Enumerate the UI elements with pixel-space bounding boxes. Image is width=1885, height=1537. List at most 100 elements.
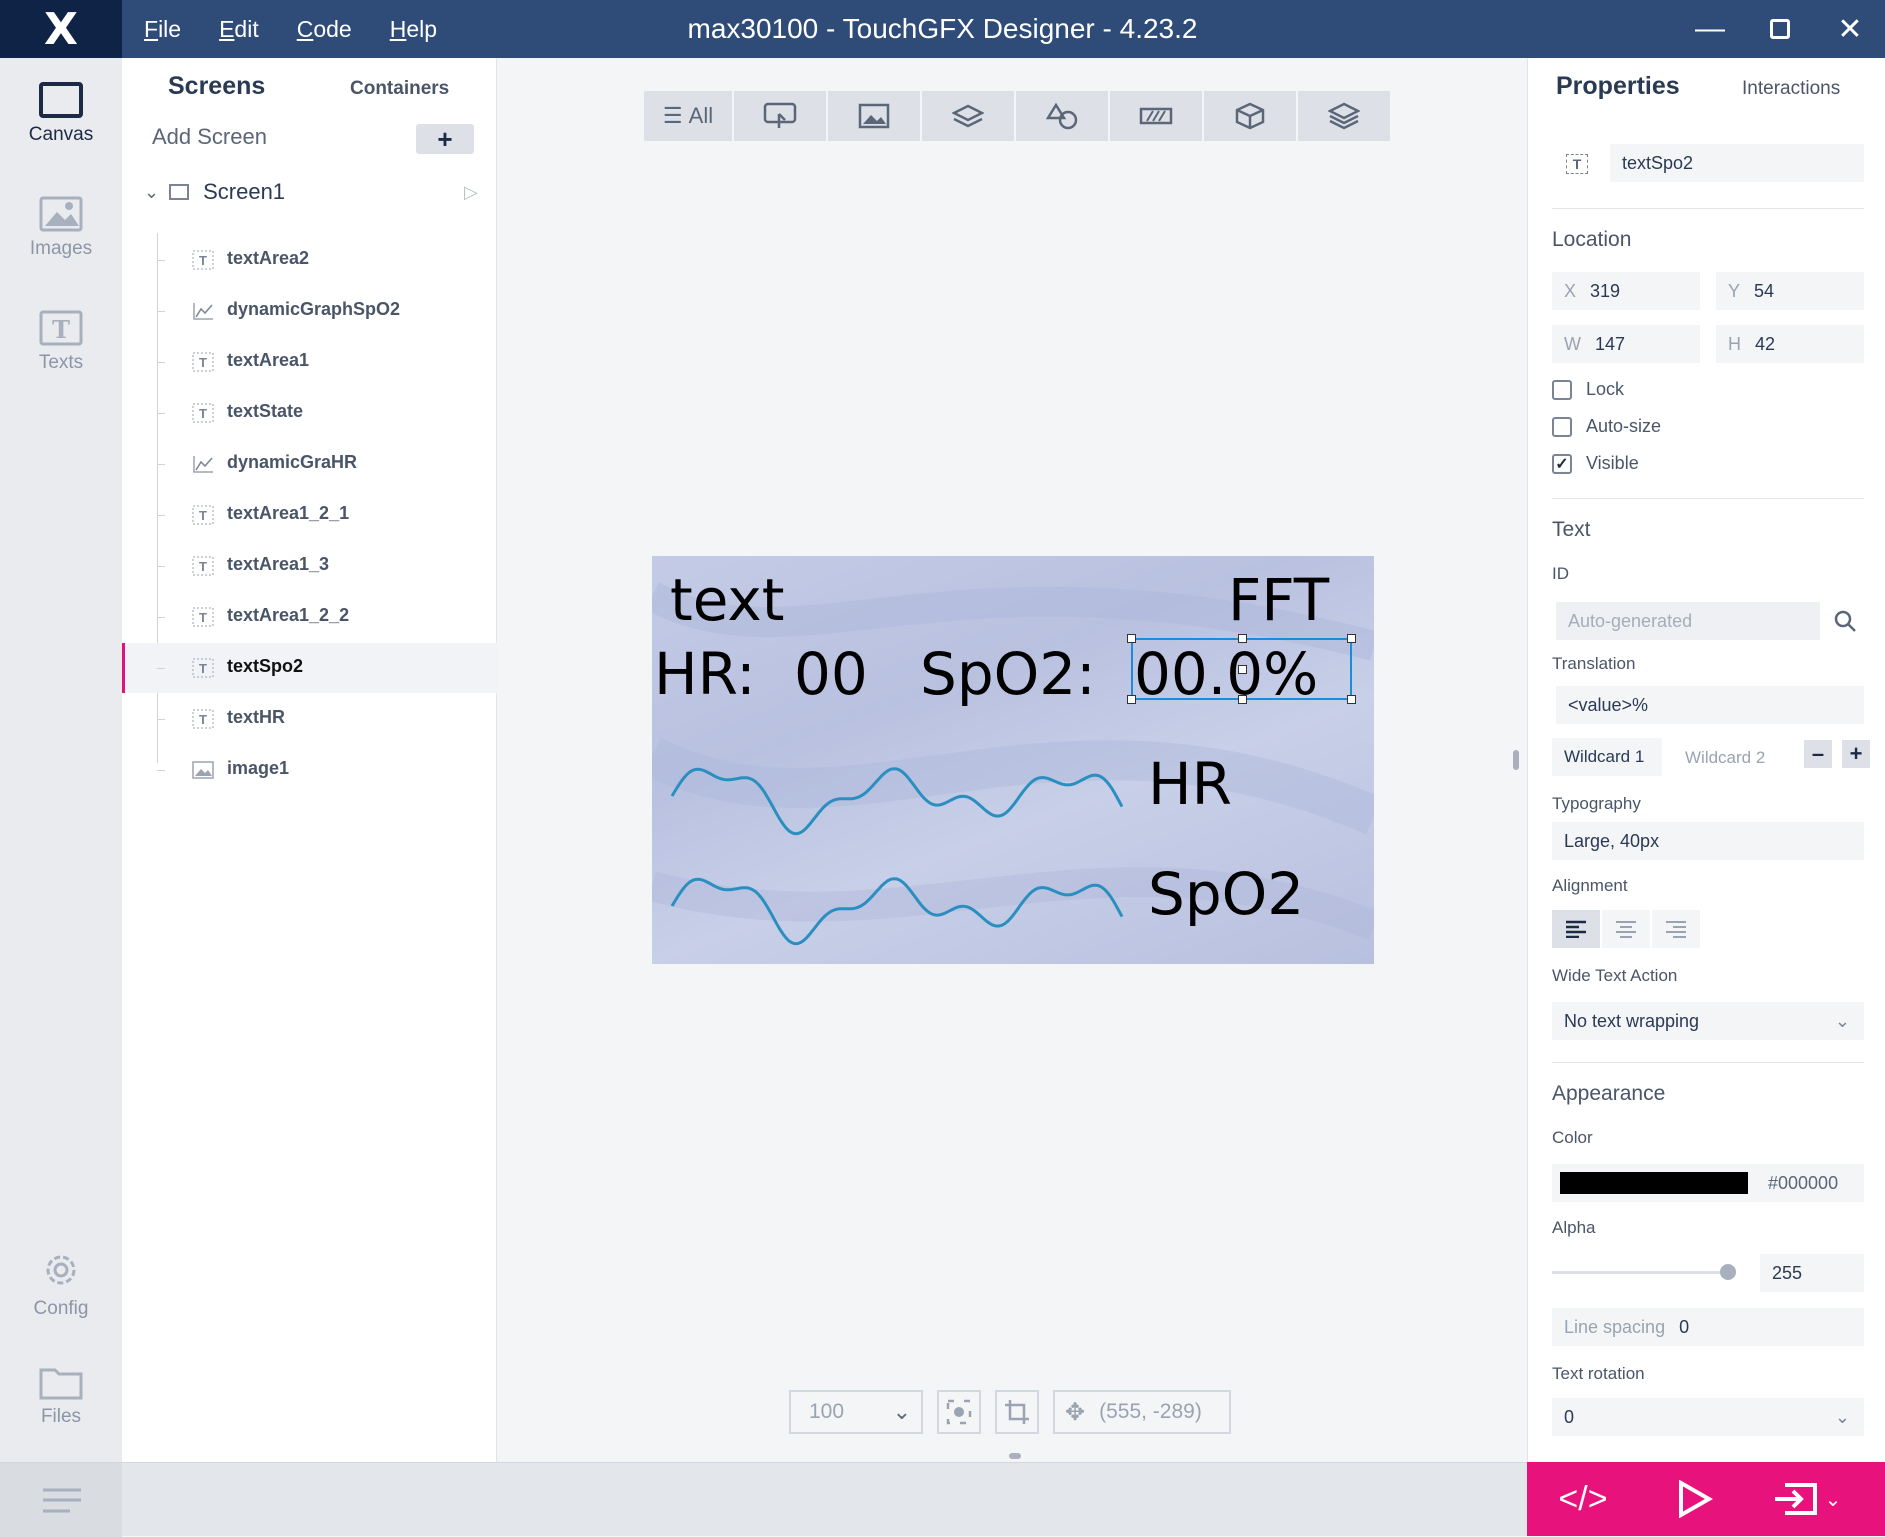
text-fft[interactable]: FFT <box>1228 566 1329 634</box>
alpha-slider-track[interactable] <box>1552 1271 1736 1274</box>
y-field[interactable]: Y 54 <box>1716 272 1864 310</box>
alpha-slider-thumb[interactable] <box>1720 1264 1736 1280</box>
tree-item-textarea1_2_2[interactable]: TtextArea1_2_2 <box>122 592 497 642</box>
widget-name-field[interactable]: textSpo2 <box>1610 144 1864 182</box>
tab-screens[interactable]: Screens <box>168 72 265 101</box>
nav-config[interactable]: Config <box>0 1248 122 1320</box>
resize-handle[interactable] <box>1347 695 1356 704</box>
translation-field[interactable]: <value>% <box>1556 686 1864 724</box>
color-label: Color <box>1552 1128 1593 1147</box>
minimize-button[interactable]: — <box>1675 0 1745 58</box>
filter-interaction-button[interactable] <box>734 91 826 141</box>
tree-item-texthr[interactable]: TtextHR <box>122 694 497 744</box>
tree-item-textspo2[interactable]: TtextSpo2 <box>122 643 497 693</box>
crop-button[interactable] <box>995 1390 1039 1434</box>
horizontal-scrollbar[interactable] <box>1009 1453 1021 1459</box>
checkmark-icon[interactable]: ✓ <box>1552 453 1572 474</box>
selection-box[interactable] <box>1127 634 1356 704</box>
filter-3d-button[interactable] <box>1204 91 1296 141</box>
generate-code-button[interactable]: </> <box>1527 1480 1639 1519</box>
vertical-scrollbar[interactable] <box>1513 750 1519 770</box>
filter-images-button[interactable] <box>828 91 920 141</box>
pan-coords[interactable]: ✥ (555, -289) <box>1053 1390 1231 1434</box>
tree-item-textarea2[interactable]: TtextArea2 <box>122 235 497 285</box>
typography-select[interactable]: Large, 40px <box>1552 822 1864 860</box>
add-screen-button[interactable]: + <box>416 124 474 154</box>
autosize-checkbox[interactable]: Auto-size <box>1552 416 1661 437</box>
text-hr-label[interactable]: HR: <box>654 640 756 708</box>
chevron-down-icon[interactable]: ⌄ <box>144 182 159 203</box>
alpha-field[interactable]: 255 <box>1760 1254 1864 1292</box>
menu-help[interactable]: Help <box>390 16 437 43</box>
align-right-button[interactable] <box>1652 910 1700 948</box>
lock-checkbox[interactable]: Lock <box>1552 379 1624 400</box>
menu-file[interactable]: File <box>144 16 181 43</box>
log-toggle[interactable] <box>0 1463 122 1537</box>
color-field[interactable]: #000000 <box>1552 1164 1864 1202</box>
resize-handle[interactable] <box>1127 695 1136 704</box>
play-icon[interactable]: ▷ <box>464 182 478 203</box>
tab-properties[interactable]: Properties <box>1556 72 1680 101</box>
menu-edit[interactable]: Edit <box>219 16 259 43</box>
wide-text-select[interactable]: No text wrapping ⌄ <box>1552 1002 1864 1040</box>
touchgfx-logo-icon[interactable]: X <box>0 0 122 58</box>
nav-texts[interactable]: T Texts <box>0 310 122 374</box>
checkbox-unchecked[interactable] <box>1552 416 1572 437</box>
text-area-label[interactable]: text <box>670 566 784 634</box>
maximize-button[interactable] <box>1745 0 1815 58</box>
align-center-button[interactable] <box>1602 910 1650 948</box>
menu-lines-icon <box>43 1488 81 1513</box>
focus-button[interactable] <box>937 1390 981 1434</box>
menu-code[interactable]: Code <box>297 16 352 43</box>
chevron-down-icon[interactable]: ⌄ <box>1825 1487 1842 1512</box>
x-field[interactable]: X 319 <box>1552 272 1700 310</box>
resize-handle[interactable] <box>1347 634 1356 643</box>
text-spo2-graph-label[interactable]: SpO2 <box>1148 860 1304 928</box>
resize-handle[interactable] <box>1238 665 1247 674</box>
checkbox-unchecked[interactable] <box>1552 379 1572 400</box>
w-field[interactable]: W 147 <box>1552 325 1700 363</box>
nav-canvas[interactable]: Canvas <box>0 82 122 146</box>
visible-checkbox[interactable]: ✓ Visible <box>1552 453 1639 474</box>
filter-progress-button[interactable] <box>1110 91 1202 141</box>
run-simulator-button[interactable] <box>1639 1480 1751 1518</box>
rotation-select[interactable]: 0 ⌄ <box>1552 1398 1864 1436</box>
filter-shapes-button[interactable] <box>1016 91 1108 141</box>
filter-containers-button[interactable] <box>922 91 1014 141</box>
tab-containers[interactable]: Containers <box>350 78 449 100</box>
tree-item-textarea1_2_1[interactable]: TtextArea1_2_1 <box>122 490 497 540</box>
zoom-select[interactable]: 100 ⌄ <box>789 1390 923 1434</box>
tab-interactions[interactable]: Interactions <box>1742 78 1840 100</box>
id-field[interactable]: Auto-generated <box>1556 602 1820 640</box>
align-left-button[interactable] <box>1552 910 1600 948</box>
canvas-area[interactable]: ☰ All text FFT HR: 00 SpO2: 00.0% HR SpO2 <box>497 58 1527 1462</box>
tree-item-textarea1[interactable]: TtextArea1 <box>122 337 497 387</box>
screen-row[interactable]: ⌄ Screen1 ▷ <box>144 174 484 210</box>
wildcard2-tab[interactable]: Wildcard 2 <box>1685 748 1765 768</box>
tree-item-textarea1_3[interactable]: TtextArea1_3 <box>122 541 497 591</box>
wildcard1-tab[interactable]: Wildcard 1 <box>1552 738 1662 776</box>
close-button[interactable]: ✕ <box>1815 0 1885 58</box>
resize-handle[interactable] <box>1238 695 1247 704</box>
tree-item-image1[interactable]: image1 <box>122 745 497 795</box>
nav-files[interactable]: Files <box>0 1364 122 1428</box>
resize-handle[interactable] <box>1238 634 1247 643</box>
filter-all-button[interactable]: ☰ All <box>644 91 732 141</box>
tree-item-dynamicgrahr[interactable]: dynamicGraHR <box>122 439 497 489</box>
add-wildcard-button[interactable]: + <box>1842 740 1870 768</box>
text-hr-value[interactable]: 00 <box>794 640 868 708</box>
nav-images[interactable]: Images <box>0 196 122 260</box>
resize-handle[interactable] <box>1127 634 1136 643</box>
remove-wildcard-button[interactable]: – <box>1804 740 1832 768</box>
design-screen[interactable]: text FFT HR: 00 SpO2: 00.0% HR SpO2 <box>652 556 1374 964</box>
tree-item-textstate[interactable]: TtextState <box>122 388 497 438</box>
text-hr-graph-label[interactable]: HR <box>1148 750 1232 818</box>
search-icon[interactable] <box>1832 608 1858 634</box>
tree-item-dynamicgraphspo2[interactable]: dynamicGraphSpO2 <box>122 286 497 336</box>
h-field[interactable]: H 42 <box>1716 325 1864 363</box>
run-target-button[interactable]: ⌄ <box>1751 1481 1863 1517</box>
text-spo2-label[interactable]: SpO2: <box>920 640 1096 708</box>
line-spacing-field[interactable]: Line spacing 0 <box>1552 1308 1864 1346</box>
color-swatch[interactable] <box>1560 1172 1748 1194</box>
filter-layers-button[interactable] <box>1298 91 1390 141</box>
